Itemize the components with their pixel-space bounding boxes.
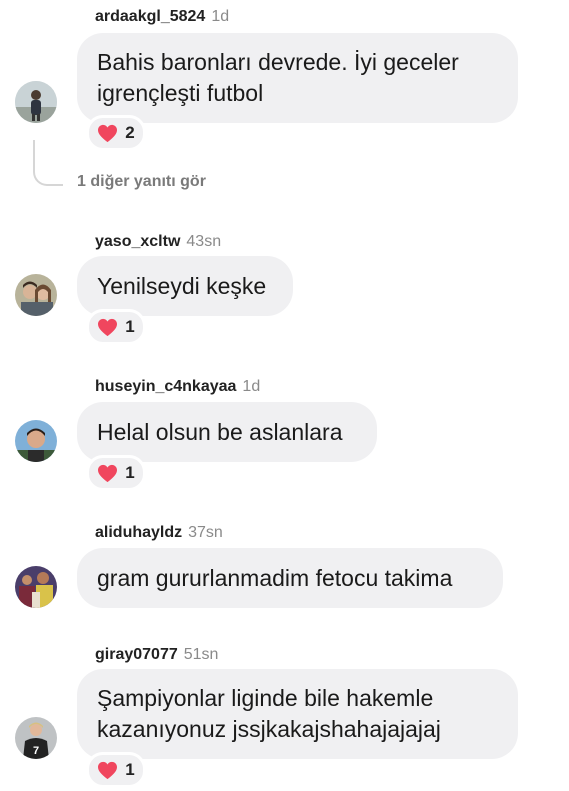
comment-text-line: Yenilseydi keşke xyxy=(97,272,267,299)
comment-time: 51sn xyxy=(183,646,219,663)
thread-connector xyxy=(33,140,63,186)
comment-bubble[interactable]: Şampiyonlar liginde bile hakemle kazanıy… xyxy=(77,669,518,759)
reaction-count: 2 xyxy=(125,123,135,142)
svg-text:7: 7 xyxy=(33,745,39,757)
comment-text-line: gram gururlanmadim fetocu takima xyxy=(97,564,453,591)
heart-icon xyxy=(98,464,118,482)
comment-text-line: igrençleşti futbol xyxy=(97,80,264,106)
comment-text-line: kazanıyonuz jssjkakajshahajajajaj xyxy=(97,716,441,742)
reaction-badge[interactable]: 1 xyxy=(86,752,146,788)
reaction-count: 1 xyxy=(125,463,135,482)
username-link[interactable]: giray07077 xyxy=(95,646,178,663)
username-link[interactable]: yaso_xcltw xyxy=(95,233,180,250)
comment-text-line: Helal olsun be aslanlara xyxy=(97,418,343,445)
heart-icon xyxy=(98,318,118,336)
comment-bubble[interactable]: Helal olsun be aslanlara xyxy=(77,402,377,462)
comment-text-line: Bahis baronları devrede. İyi geceler xyxy=(97,49,459,75)
comment-meta: aliduhayldz 37sn xyxy=(95,524,223,542)
comment-time: 37sn xyxy=(188,524,223,541)
reaction-badge[interactable]: 2 xyxy=(86,115,146,151)
comment-time: 43sn xyxy=(186,233,222,250)
username-link[interactable]: aliduhayldz xyxy=(95,524,182,541)
person-avatar-icon[interactable] xyxy=(15,81,57,123)
comment-meta: huseyin_c4nkayaa 1d xyxy=(95,378,260,396)
comment-meta: giray07077 51sn xyxy=(95,646,218,664)
crowd-avatar-icon[interactable] xyxy=(15,566,57,608)
comment-bubble[interactable]: Yenilseydi keşke xyxy=(77,256,293,316)
jersey-avatar-icon[interactable]: 7 xyxy=(15,717,57,759)
comment-text-line: Şampiyonlar liginde bile hakemle xyxy=(97,685,434,711)
comment-meta: yaso_xcltw 43sn xyxy=(95,233,221,251)
reaction-badge[interactable]: 1 xyxy=(86,455,146,491)
portrait-avatar-icon[interactable] xyxy=(15,420,57,462)
comment-bubble[interactable]: gram gururlanmadim fetocu takima xyxy=(77,548,503,608)
view-replies-link[interactable]: 1 diğer yanıtı gör xyxy=(77,173,206,191)
couple-avatar-icon[interactable] xyxy=(15,274,57,316)
username-link[interactable]: ardaakgl_5824 xyxy=(95,8,205,25)
reaction-badge[interactable]: 1 xyxy=(86,309,146,345)
comment-time: 1d xyxy=(242,378,261,395)
reaction-count: 1 xyxy=(125,760,135,779)
heart-icon xyxy=(98,761,118,779)
reaction-count: 1 xyxy=(125,317,135,336)
heart-icon xyxy=(98,124,118,142)
comment-meta: ardaakgl_5824 1d xyxy=(95,8,229,26)
comment-bubble[interactable]: Bahis baronları devrede. İyi geceler igr… xyxy=(77,33,518,123)
comment-time: 1d xyxy=(211,8,230,25)
username-link[interactable]: huseyin_c4nkayaa xyxy=(95,378,236,395)
